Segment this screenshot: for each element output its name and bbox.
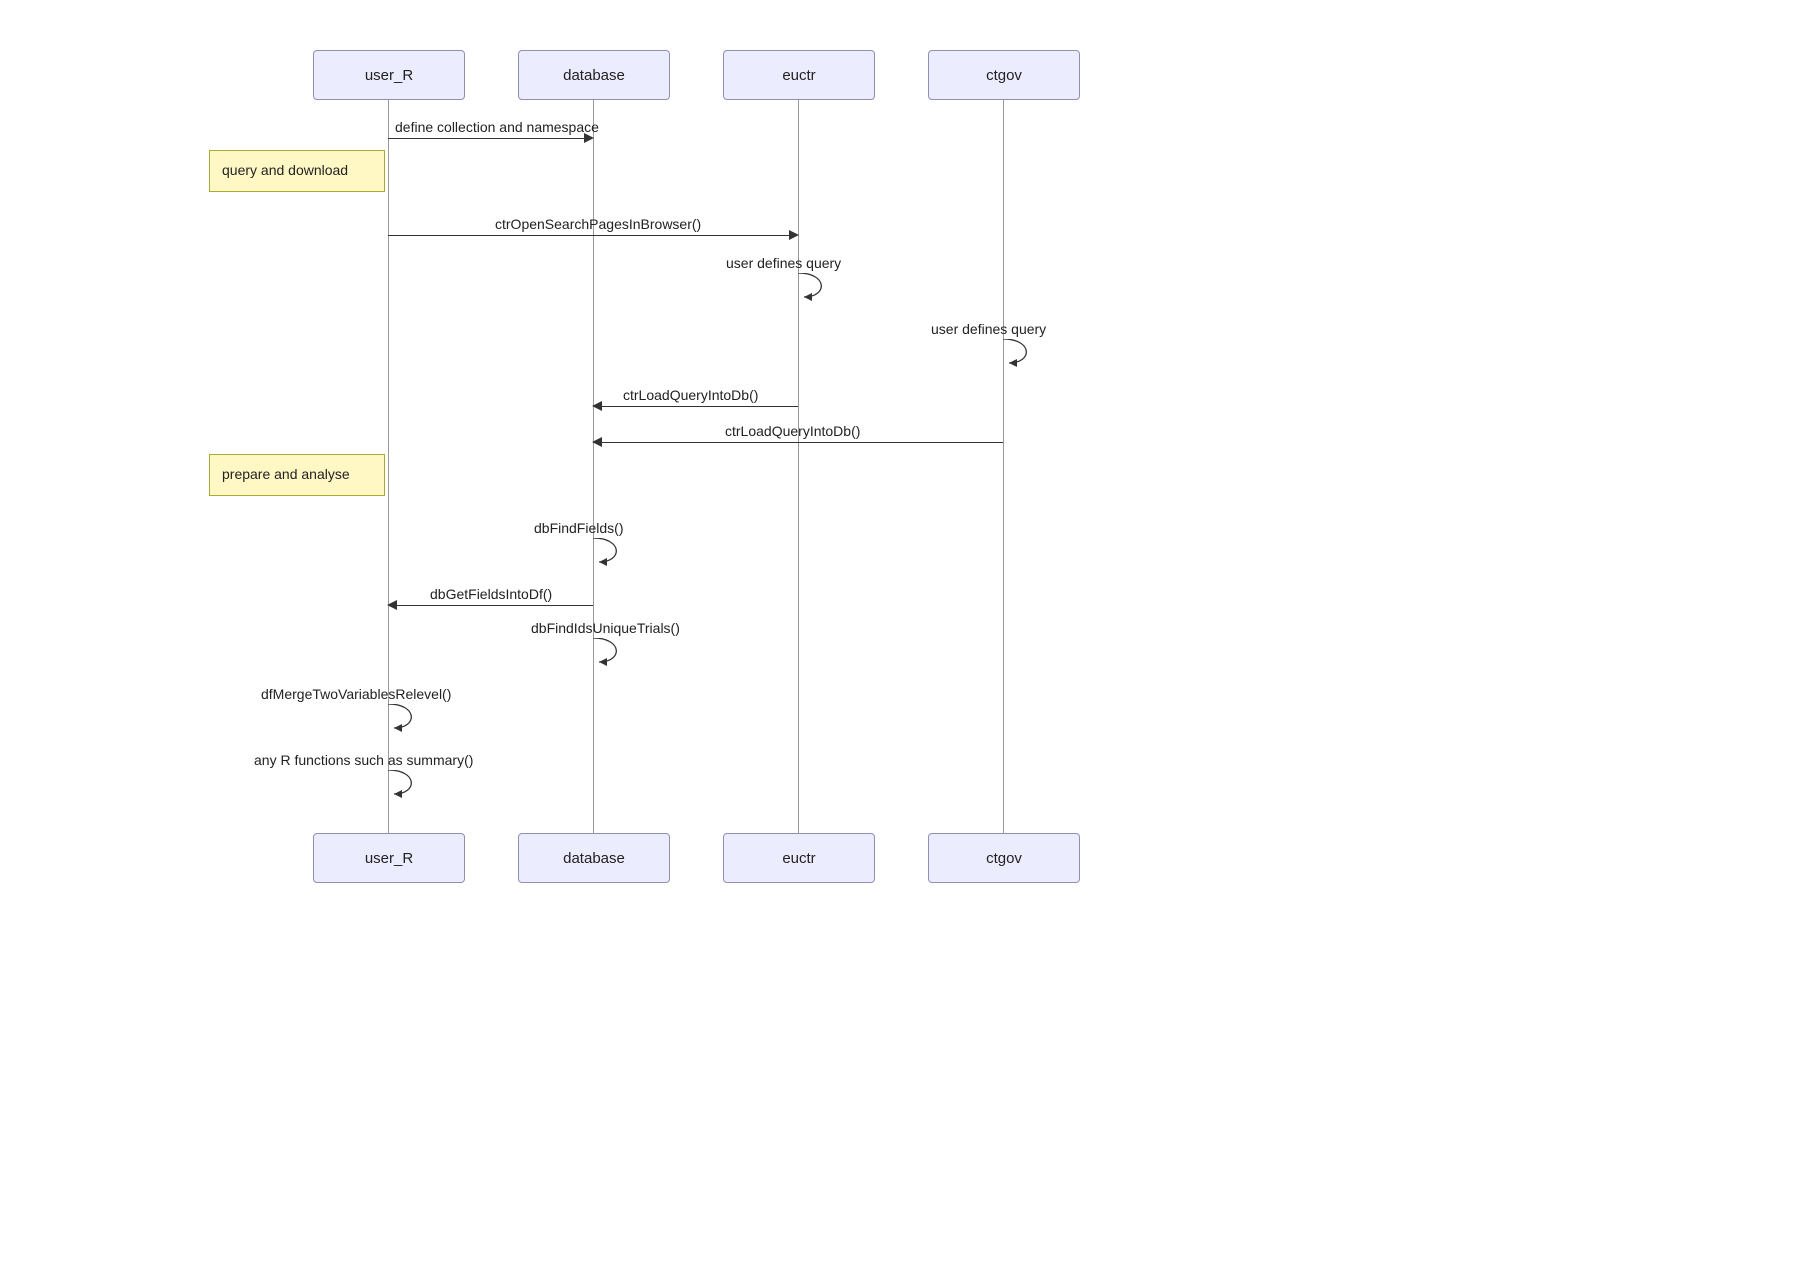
arrow-head xyxy=(592,437,602,447)
arrow-line xyxy=(388,138,584,139)
participant-database-top: database xyxy=(518,50,670,100)
note-text: prepare and analyse xyxy=(222,466,350,482)
participant-label: euctr xyxy=(782,850,815,867)
arrow-line xyxy=(602,442,1003,443)
message-label: dbFindIdsUniqueTrials() xyxy=(531,620,680,636)
participant-label: user_R xyxy=(365,850,413,867)
note-prepare-analyse: prepare and analyse xyxy=(209,454,385,496)
participant-database-bottom: database xyxy=(518,833,670,883)
self-loop-icon xyxy=(593,638,643,668)
participant-euctr-top: euctr xyxy=(723,50,875,100)
message-label: define collection and namespace xyxy=(395,119,599,135)
message-label: ctrOpenSearchPagesInBrowser() xyxy=(495,216,701,232)
message-label: any R functions such as summary() xyxy=(254,752,473,768)
note-text: query and download xyxy=(222,162,348,178)
self-loop-icon xyxy=(593,538,643,568)
participant-ctgov-top: ctgov xyxy=(928,50,1080,100)
participant-label: database xyxy=(563,67,625,84)
arrow-line xyxy=(602,406,798,407)
message-label: dbFindFields() xyxy=(534,520,623,536)
self-loop-icon xyxy=(1003,339,1053,369)
message-label: dfMergeTwoVariablesRelevel() xyxy=(261,686,451,702)
lifeline-euctr xyxy=(798,98,799,833)
note-query-download: query and download xyxy=(209,150,385,192)
message-label: ctrLoadQueryIntoDb() xyxy=(623,387,758,403)
arrow-head xyxy=(592,401,602,411)
arrow-line xyxy=(397,605,593,606)
arrow-head xyxy=(789,230,799,240)
participant-label: ctgov xyxy=(986,67,1022,84)
message-label: ctrLoadQueryIntoDb() xyxy=(725,423,860,439)
self-loop-icon xyxy=(798,273,848,303)
participant-user-r-top: user_R xyxy=(313,50,465,100)
arrow-head xyxy=(387,600,397,610)
message-label: user defines query xyxy=(931,321,1046,337)
participant-user-r-bottom: user_R xyxy=(313,833,465,883)
participant-label: ctgov xyxy=(986,850,1022,867)
sequence-diagram: user_R database euctr ctgov user_R datab… xyxy=(0,0,1796,1268)
lifeline-database xyxy=(593,98,594,833)
lifeline-ctgov xyxy=(1003,98,1004,833)
message-label: user defines query xyxy=(726,255,841,271)
participant-euctr-bottom: euctr xyxy=(723,833,875,883)
participant-label: user_R xyxy=(365,67,413,84)
self-loop-icon xyxy=(388,704,438,734)
self-loop-icon xyxy=(388,770,438,800)
participant-ctgov-bottom: ctgov xyxy=(928,833,1080,883)
participant-label: database xyxy=(563,850,625,867)
participant-label: euctr xyxy=(782,67,815,84)
message-label: dbGetFieldsIntoDf() xyxy=(430,586,552,602)
arrow-line xyxy=(388,235,789,236)
